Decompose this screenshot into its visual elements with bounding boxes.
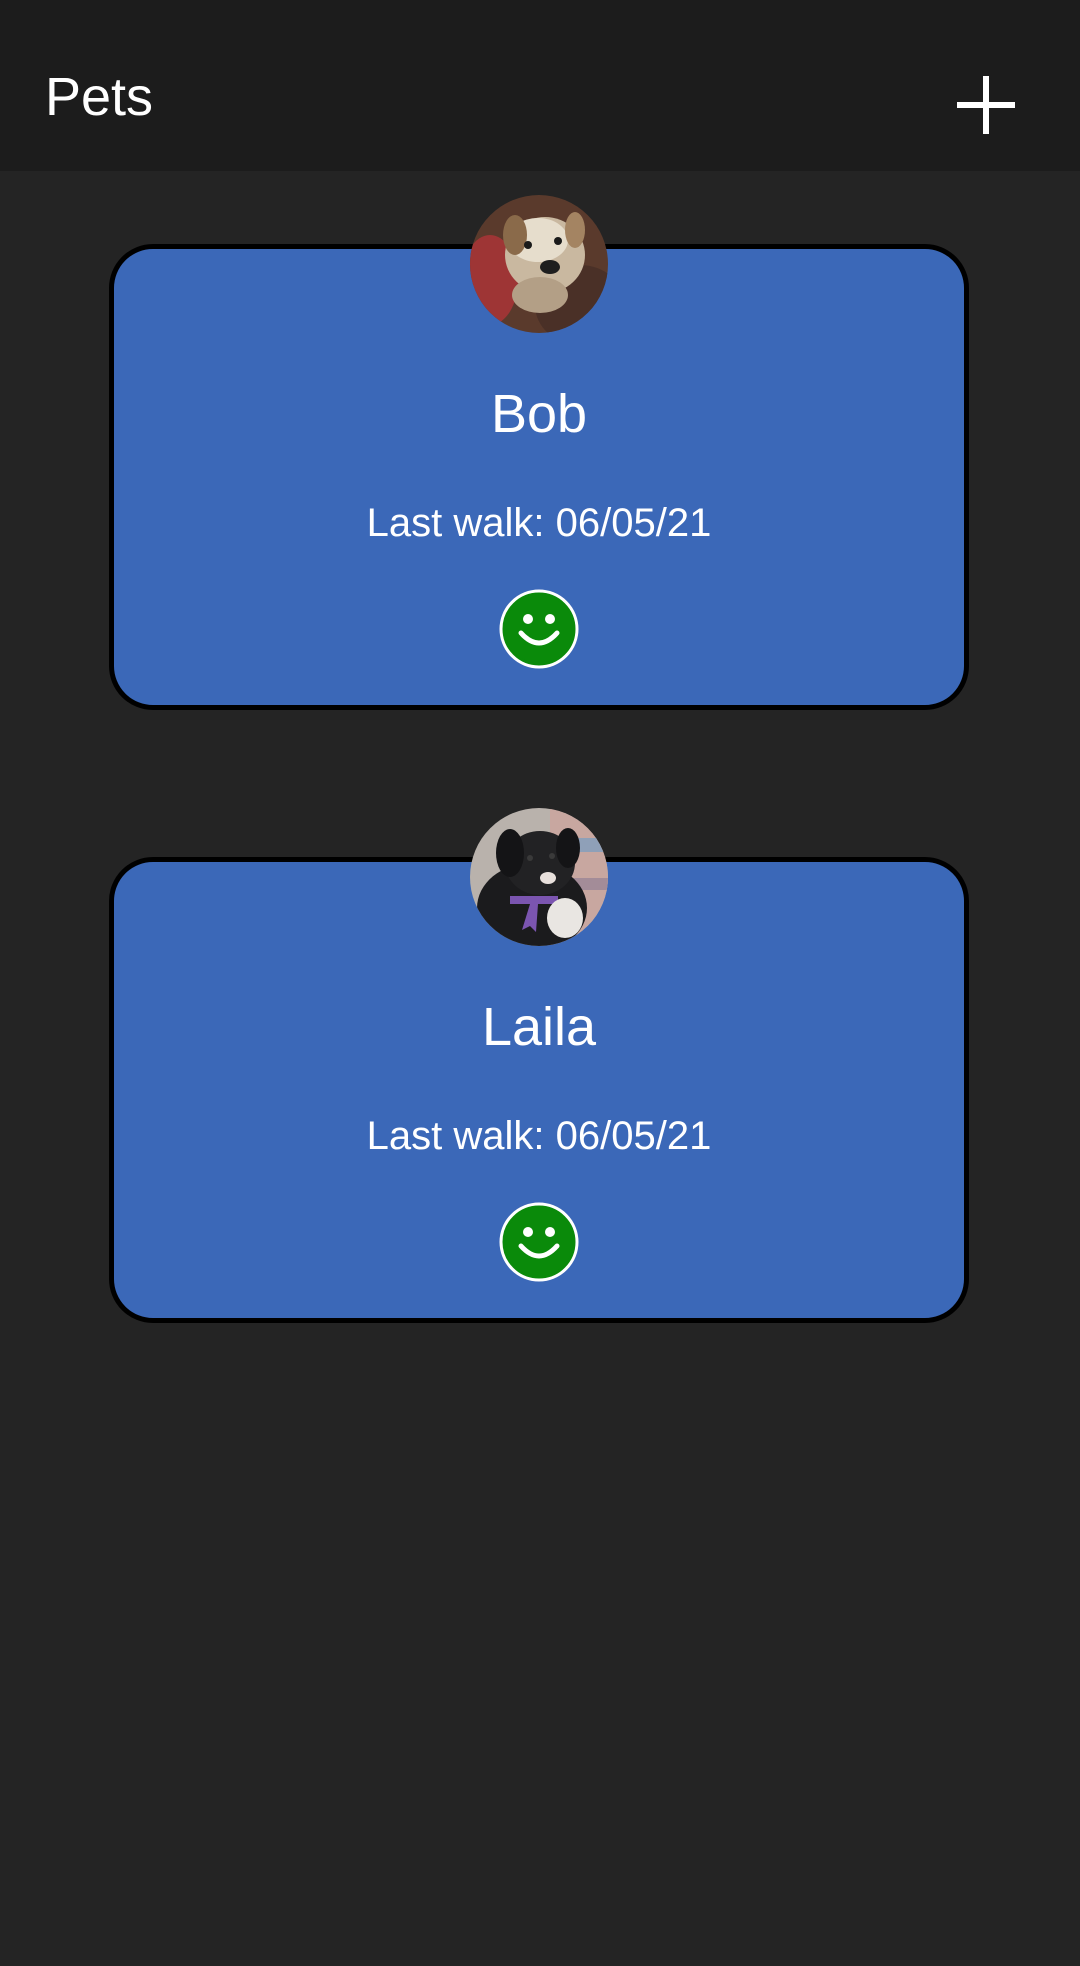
smiley-face-icon bbox=[499, 589, 579, 669]
app-bar: Pets bbox=[0, 0, 1080, 171]
dog-photo-bob bbox=[470, 195, 608, 333]
smiley-face-icon bbox=[499, 1202, 579, 1282]
plus-icon bbox=[957, 76, 1015, 134]
add-pet-button[interactable] bbox=[936, 55, 1036, 155]
pet-avatar bbox=[470, 195, 608, 333]
pet-name: Laila bbox=[481, 997, 597, 1057]
dog-photo-laila bbox=[470, 808, 608, 946]
last-walk-text: Last walk: 06/05/21 bbox=[366, 501, 712, 545]
last-walk-text: Last walk: 06/05/21 bbox=[366, 1114, 712, 1158]
pet-card[interactable]: Bob Last walk: 06/05/21 bbox=[109, 195, 969, 710]
page-title: Pets bbox=[45, 67, 154, 127]
pet-name: Bob bbox=[490, 384, 588, 444]
pet-card[interactable]: Laila Last walk: 06/05/21 bbox=[109, 808, 969, 1323]
pet-avatar bbox=[470, 808, 608, 946]
